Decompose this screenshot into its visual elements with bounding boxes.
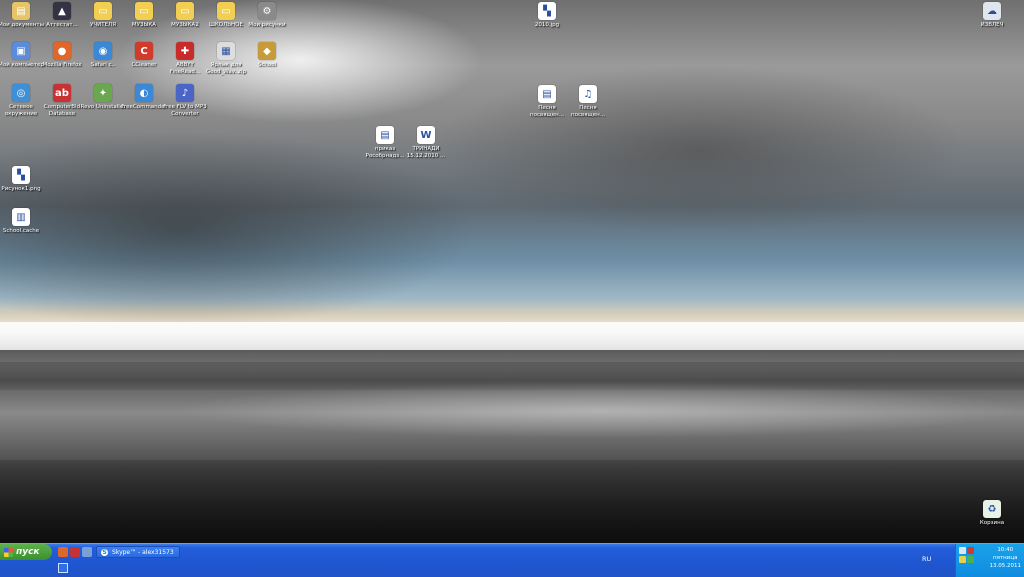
desktop-icon[interactable]: ◐ FreeCommander <box>121 84 167 111</box>
abbyy-icon: ✚ <box>176 42 194 60</box>
desktop-icon[interactable]: ▤ Песня посвящен... <box>526 85 568 118</box>
folder-icon: ▭ <box>176 2 194 20</box>
desktop-icon[interactable]: C CCleaner <box>123 42 165 69</box>
desktop-icon[interactable]: ▭ УЧИТЕЛЯ <box>82 2 124 29</box>
network-icon: ◎ <box>12 84 30 102</box>
quicklaunch-app-icon[interactable] <box>70 547 80 557</box>
desktop-icon[interactable]: ⚙ Мои рисунки <box>246 2 288 29</box>
desktop-icon[interactable]: ● Mozilla Firefox <box>41 42 83 69</box>
clock[interactable]: 10:40 пятница 13.05.2011 <box>990 546 1022 570</box>
start-label: пуск <box>16 547 40 557</box>
desktop-icon-label: Мои рисунки <box>248 22 286 28</box>
computer-icon: ▣ <box>12 42 30 60</box>
desktop-icon-label: ТРИНАДИ 15.12.2010 ... <box>406 146 446 159</box>
clock-time: 10:40 <box>997 547 1014 553</box>
taskbar-window-label: Skype™ - alex31573 <box>112 548 174 556</box>
desktop-icon[interactable]: ◎ Сетевое окружение <box>0 84 42 117</box>
uninstaller-icon: ✦ <box>94 84 112 102</box>
desktop-icon[interactable]: ▭ ШКОЛЬНОЕ <box>205 2 247 29</box>
converter-icon: ♪ <box>176 84 194 102</box>
cache-file-icon: ▥ <box>12 208 30 226</box>
desktop-icon[interactable]: ♪ Free FLV to MP3 Converter <box>163 84 207 117</box>
alert-tray-icon[interactable] <box>967 547 974 554</box>
desktop-icon[interactable]: ▚ 2010.jpg <box>526 2 568 29</box>
start-button[interactable]: пуск <box>0 544 52 560</box>
desktop-icon-label: Песня посвящен... <box>571 105 605 118</box>
desktop[interactable]: ▤ Мои документы ▲ Аттестат... ▭ УЧИТЕЛЯ ▭ МУЗЫК… <box>0 0 1024 543</box>
desktop-icon[interactable]: ✚ ABBYY FineRead... <box>164 42 206 75</box>
clock-date: 13.05.2011 <box>989 563 1022 569</box>
school-icon: ◆ <box>258 42 276 60</box>
quicklaunch-firefox-icon[interactable] <box>58 547 68 557</box>
desktop-icon[interactable]: ▤ Мои документы <box>0 2 44 29</box>
recycle-bin-icon: ♻ <box>983 500 1001 518</box>
clock-day: пятница <box>993 555 1018 561</box>
cloud-highlight <box>0 380 1024 440</box>
cloud-drive-icon: ☁ <box>983 2 1001 20</box>
desktop-icon-label: Корзина <box>979 520 1005 526</box>
desktop-icon[interactable]: ♻ Корзина <box>971 500 1013 527</box>
image-file-icon: ▚ <box>538 2 556 20</box>
desktop-icon[interactable]: ♫ Песня посвящен... <box>567 85 609 118</box>
language-indicator[interactable]: RU <box>922 555 931 563</box>
documents-folder-icon: ▤ <box>12 2 30 20</box>
desktop-icon[interactable]: ▦ Ярлык для Good_Wav..zip <box>205 42 247 75</box>
music-file-icon: ♫ <box>579 85 597 103</box>
desktop-icon-label: Free FLV to MP3 Converter <box>163 104 207 117</box>
desktop-icon-label: Рисунок1.png <box>1 186 41 192</box>
image-file-icon: ▚ <box>12 166 30 184</box>
desktop-icon-label: 2010.jpg <box>534 22 560 28</box>
doc-file-icon: ▤ <box>538 85 556 103</box>
folder-icon: ▭ <box>135 2 153 20</box>
desktop-icon-label: School.cache <box>2 228 40 234</box>
word-file-icon: W <box>417 126 435 144</box>
network-tray-icon[interactable] <box>959 547 966 554</box>
dark-clouds <box>0 460 1024 543</box>
desktop-icon[interactable]: ▚ Рисунок1.png <box>0 166 42 193</box>
desktop-icon[interactable]: ▭ МУЗЫКА2 <box>164 2 206 29</box>
commander-icon: ◐ <box>135 84 153 102</box>
taskbar-window-skype[interactable]: S Skype™ - alex31573 <box>96 546 180 558</box>
settings-icon: ⚙ <box>258 2 276 20</box>
folder-icon: ▭ <box>94 2 112 20</box>
system-tray: 10:40 пятница 13.05.2011 <box>955 544 1024 577</box>
folder-icon: ▭ <box>217 2 235 20</box>
desktop-icon[interactable]: ✦ Revo Uninstaller <box>81 84 125 111</box>
desktop-icon[interactable]: ▥ School.cache <box>0 208 42 235</box>
desktop-icon[interactable]: ▤ приказ Рособрнадз... <box>364 126 406 159</box>
desktop-icon[interactable]: ▭ МУЗЫКА <box>123 2 165 29</box>
graduation-cap-icon: ▲ <box>53 2 71 20</box>
pdf-file-icon: ▤ <box>376 126 394 144</box>
skype-icon: S <box>101 548 108 556</box>
desktop-icon[interactable]: ☁ ИЗВЛЕЧ <box>971 2 1013 29</box>
security-tray-icon[interactable] <box>967 556 974 563</box>
desktop-icon-label: ИЗВЛЕЧ <box>980 22 1004 28</box>
safari-icon: ◉ <box>94 42 112 60</box>
desktop-icon[interactable]: W ТРИНАДИ 15.12.2010 ... <box>405 126 447 159</box>
database-icon: ab <box>53 84 71 102</box>
taskbar: пуск S Skype™ - alex31573 RU 10:40 пятни… <box>0 543 1024 577</box>
desktop-icon[interactable]: ▣ Мой компьютер <box>0 42 44 69</box>
quicklaunch-window-icon[interactable] <box>58 563 68 573</box>
quicklaunch-show-desktop-icon[interactable] <box>82 547 92 557</box>
ccleaner-icon: C <box>135 42 153 60</box>
desktop-icon[interactable]: ▲ Аттестат... <box>41 2 83 29</box>
zip-archive-icon: ▦ <box>217 42 235 60</box>
windows-flag-icon <box>4 547 13 557</box>
desktop-icon[interactable]: ◆ School <box>246 42 288 69</box>
desktop-icon[interactable]: ◉ Safari с.. <box>82 42 124 69</box>
desktop-icon-label: School <box>257 62 277 68</box>
volume-tray-icon[interactable] <box>959 556 966 563</box>
firefox-icon: ● <box>53 42 71 60</box>
desktop-icon[interactable]: ab ComputerBld Database <box>41 84 83 117</box>
